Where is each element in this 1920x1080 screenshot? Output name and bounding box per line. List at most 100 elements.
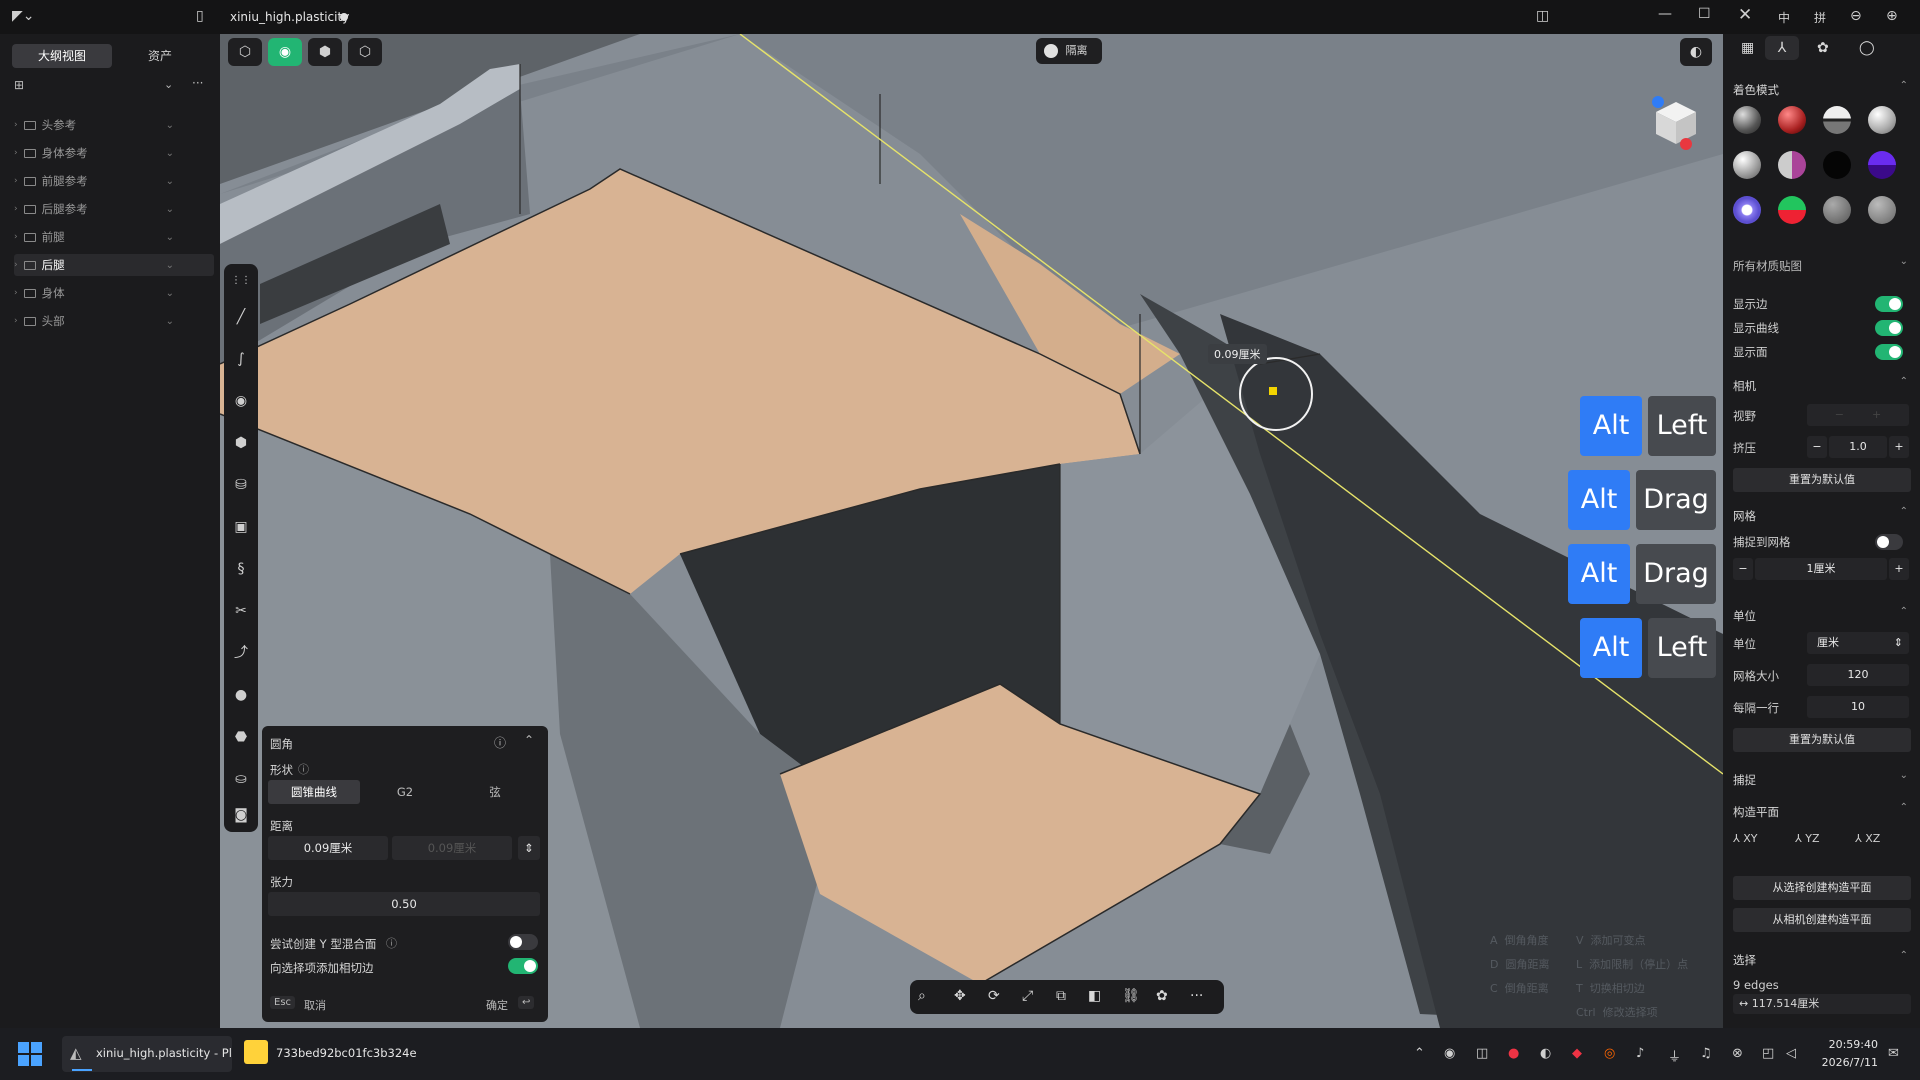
grid-step-field[interactable]: 1厘米 — [1755, 558, 1887, 580]
tray-app-icon[interactable]: ◫ — [1476, 1046, 1488, 1061]
units-select[interactable]: 厘米 ⇕ — [1807, 632, 1909, 654]
new-folder-icon[interactable]: ⊞ — [14, 78, 24, 92]
tray-expand-icon[interactable]: ⌃ — [1414, 1046, 1425, 1061]
material-view-icon[interactable]: ✿ — [1817, 40, 1829, 56]
squeeze-field[interactable]: 1.0 — [1829, 436, 1887, 458]
tree-item[interactable]: › 头部 ⌄ — [14, 310, 214, 332]
tray-app5-icon[interactable]: ◎ — [1604, 1046, 1615, 1061]
tray-close-icon[interactable]: ⊗ — [1732, 1046, 1743, 1061]
mic-icon[interactable]: ♫ — [1700, 1046, 1712, 1061]
notepad-icon[interactable] — [244, 1040, 268, 1064]
chevron-down-icon[interactable]: ⌄ — [166, 176, 174, 187]
distance-field-2[interactable]: 0.09厘米 — [392, 836, 512, 860]
tree-item[interactable]: › 身体 ⌄ — [14, 282, 214, 304]
render-view-icon[interactable]: ◯ — [1859, 40, 1875, 56]
tab-outliner[interactable]: 大纲视图 — [12, 44, 112, 68]
chevron-down-icon[interactable]: ⌄ — [166, 120, 174, 131]
shading-swatch[interactable] — [1868, 106, 1896, 134]
show-edges-toggle[interactable] — [1875, 296, 1903, 312]
spiral-tool-icon[interactable]: § — [224, 552, 258, 586]
app-logo-icon[interactable]: ◤⌄ — [12, 8, 35, 24]
select-mode-edge-icon[interactable]: ◉ — [268, 38, 302, 66]
scale-icon[interactable]: ⤢ — [1022, 988, 1033, 1004]
sphere-tool-icon[interactable]: ● — [224, 678, 258, 712]
collapse-icon[interactable]: ⌃ — [1900, 80, 1908, 91]
minimize-button[interactable]: — — [1658, 6, 1672, 22]
every-line-field[interactable]: 10 — [1807, 696, 1909, 718]
usb-icon[interactable]: ⏚ — [1668, 1046, 1681, 1065]
rotate-icon[interactable]: ⟳ — [988, 988, 1000, 1004]
snap-grid-toggle[interactable] — [1875, 534, 1903, 550]
notification-icon[interactable]: ✉ — [1888, 1046, 1899, 1061]
polygon-tool-icon[interactable]: ⬢ — [224, 426, 258, 460]
curve-tool-icon[interactable]: ∫ — [224, 342, 258, 376]
chevron-right-icon[interactable]: › — [14, 232, 18, 242]
chevron-down-icon[interactable]: ⌄ — [166, 316, 174, 327]
chevron-right-icon[interactable]: › — [14, 260, 18, 270]
shape-option-conic[interactable]: 圆锥曲线 — [268, 780, 360, 804]
camera-tool-icon[interactable]: ◙ — [224, 798, 258, 832]
info-icon[interactable]: ⓘ — [494, 734, 506, 751]
show-faces-toggle[interactable] — [1875, 344, 1903, 360]
steam-icon[interactable]: ◉ — [1444, 1046, 1455, 1061]
shading-swatch[interactable] — [1823, 151, 1851, 179]
tree-item[interactable]: › 后腿 ⌄ — [14, 254, 214, 276]
collapse-icon[interactable]: ⌃ — [1900, 950, 1908, 961]
shape-info-icon[interactable]: ⓘ — [298, 761, 309, 777]
grip-icon[interactable]: ⋮⋮ — [224, 264, 258, 298]
chevron-down-icon[interactable]: ⌄ — [166, 260, 174, 271]
link-icon[interactable]: ⛓ — [1122, 988, 1140, 1004]
grid-size-field[interactable]: 120 — [1807, 664, 1909, 686]
chevron-down-icon[interactable]: ⌄ — [166, 232, 174, 243]
tree-item[interactable]: › 后腿参考 ⌄ — [14, 198, 214, 220]
duplicate-icon[interactable]: ⧉ — [1056, 988, 1066, 1004]
chevron-right-icon[interactable]: › — [14, 148, 18, 158]
maximize-button[interactable]: ☐ — [1698, 6, 1711, 22]
ime-mode-indicator[interactable]: 拼 — [1814, 9, 1826, 26]
chevron-down-icon[interactable]: ⌄ — [164, 78, 173, 91]
clock-time[interactable]: 20:59:40 — [1812, 1038, 1878, 1051]
cut-tool-icon[interactable]: ✂ — [224, 594, 258, 628]
distance-link-icon[interactable]: ⇕ — [518, 836, 540, 860]
chevron-right-icon[interactable]: › — [14, 204, 18, 214]
tree-item[interactable]: › 前腿 ⌄ — [14, 226, 214, 248]
tree-item[interactable]: › 前腿参考 ⌄ — [14, 170, 214, 192]
grid-plus-button[interactable]: + — [1889, 558, 1909, 580]
tangent-toggle[interactable] — [508, 958, 538, 974]
circle-tool-icon[interactable]: ◉ — [224, 384, 258, 418]
expand-icon[interactable]: ⌄ — [1900, 256, 1908, 267]
select-mode-vertex-icon[interactable]: ⬡ — [228, 38, 262, 66]
zoom-out-icon[interactable]: ⊖ — [1850, 8, 1862, 24]
tension-field[interactable]: 0.50 — [268, 892, 540, 916]
volume-icon[interactable]: ♪ — [1636, 1046, 1644, 1061]
show-curves-toggle[interactable] — [1875, 320, 1903, 336]
chevron-down-icon[interactable]: ⌄ — [166, 288, 174, 299]
shape-option-chord[interactable]: 弦 — [450, 780, 540, 804]
shading-swatch[interactable] — [1778, 151, 1806, 179]
view-cube[interactable] — [1652, 96, 1700, 150]
units-reset-button[interactable]: 重置为默认值 — [1733, 728, 1911, 752]
windows-start-icon[interactable] — [18, 1042, 42, 1066]
more-tools-icon[interactable]: ··· — [1190, 988, 1203, 1004]
panel-toggle-icon[interactable]: ◫ — [1536, 8, 1549, 24]
shading-swatch[interactable] — [1823, 106, 1851, 134]
tree-item[interactable]: › 身体参考 ⌄ — [14, 142, 214, 164]
select-mode-face-icon[interactable]: ⬢ — [308, 38, 342, 66]
tray-app3-icon[interactable]: ◐ — [1540, 1046, 1551, 1061]
shading-swatch[interactable] — [1733, 196, 1761, 224]
extrude-tool-icon[interactable]: ⤴ — [224, 636, 258, 670]
cplane-yz-button[interactable]: ⅄ YZ — [1795, 832, 1819, 845]
chevron-right-icon[interactable]: › — [14, 120, 18, 130]
taskbar-app-label-2[interactable]: 733bed92bc01fc3b324e — [276, 1046, 417, 1060]
chevron-down-icon[interactable]: ⌄ — [166, 204, 174, 215]
zoom-in-icon[interactable]: ⊕ — [1886, 8, 1898, 24]
confirm-button[interactable]: 确定 — [486, 997, 508, 1013]
squeeze-minus-button[interactable]: − — [1807, 436, 1827, 458]
tray-app2-icon[interactable]: ● — [1508, 1046, 1519, 1061]
shading-swatch[interactable] — [1778, 106, 1806, 134]
tab-assets[interactable]: 资产 — [110, 44, 210, 68]
ime-lang-indicator[interactable]: 中 — [1778, 9, 1790, 26]
box-tool-icon[interactable]: ⬣ — [224, 720, 258, 754]
rectangle-tool-icon[interactable]: ▣ — [224, 510, 258, 544]
shading-swatch[interactable] — [1733, 106, 1761, 134]
